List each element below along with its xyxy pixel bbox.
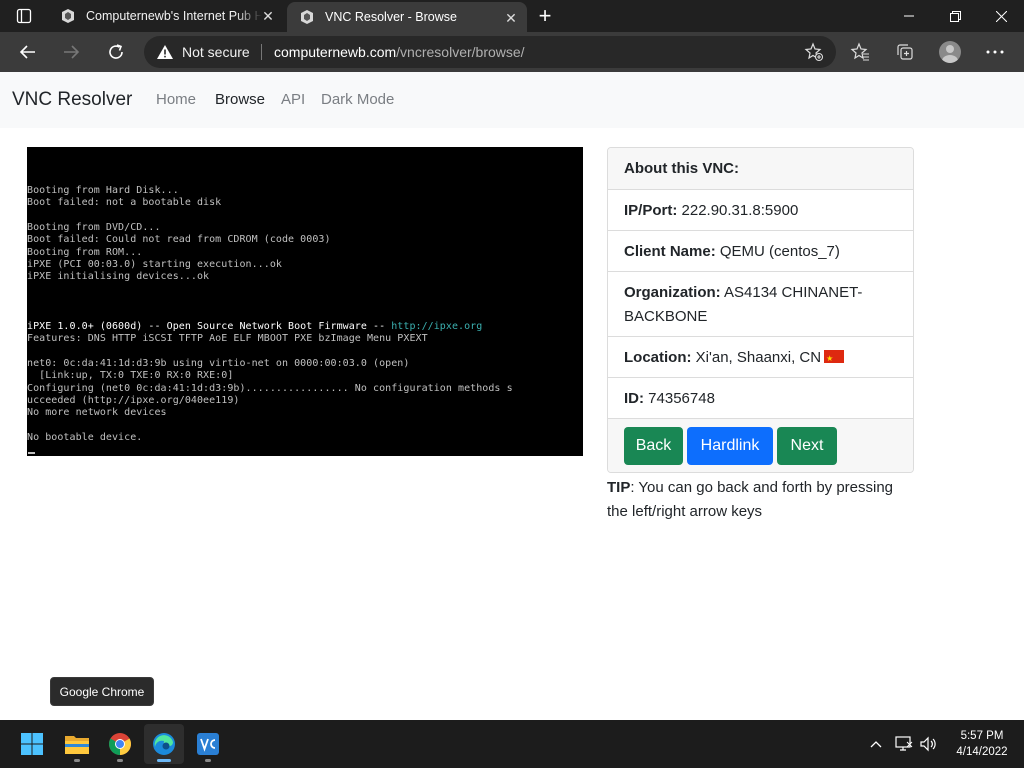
terminal-line: Boot failed: Could not read from CDROM (… bbox=[27, 234, 331, 246]
client-name-row: Client Name: QEMU (centos_7) bbox=[608, 230, 913, 271]
forward-arrow-icon[interactable] bbox=[55, 36, 87, 68]
terminal-line: Boot failed: not a bootable disk bbox=[27, 197, 222, 209]
close-window-icon[interactable] bbox=[978, 0, 1024, 32]
computernewb-icon bbox=[60, 8, 76, 24]
collections-icon[interactable] bbox=[889, 36, 921, 68]
terminal-line: No more network devices bbox=[27, 407, 167, 419]
running-indicator bbox=[157, 759, 171, 762]
running-indicator bbox=[205, 759, 211, 762]
terminal-line: iPXE 1.0.0+ (0600d) -- Open Source Netwo… bbox=[27, 320, 483, 332]
card-footer: Back Hardlink Next bbox=[608, 418, 913, 472]
location-row: Location: Xi'an, Shaanxi, CN bbox=[608, 336, 913, 377]
new-tab-icon[interactable]: + bbox=[533, 3, 557, 28]
terminal-line: iPXE (PCI 00:03.0) starting execution...… bbox=[27, 259, 282, 271]
browser-toolbar: Not secure computernewb.com/vncresolver/… bbox=[0, 32, 1024, 72]
client-name-value: QEMU (centos_7) bbox=[719, 243, 840, 260]
tab-vnc-resolver[interactable]: VNC Resolver - Browse ✕ bbox=[287, 2, 527, 32]
client-name-label: Client Name: bbox=[624, 243, 716, 260]
warning-icon[interactable] bbox=[156, 44, 174, 60]
edge-icon[interactable] bbox=[144, 724, 184, 764]
address-bar[interactable]: Not secure computernewb.com/vncresolver/… bbox=[144, 36, 836, 68]
ip-port-value: 222.90.31.8:5900 bbox=[681, 202, 799, 219]
nav-browse-link[interactable]: Browse bbox=[215, 91, 265, 108]
minimize-icon[interactable] bbox=[886, 0, 932, 32]
back-button[interactable]: Back bbox=[624, 427, 683, 465]
terminal-line: iPXE initialising devices...ok bbox=[27, 271, 210, 283]
running-indicator bbox=[74, 759, 80, 762]
close-tab-icon[interactable]: ✕ bbox=[503, 10, 519, 26]
taskbar: 5:57 PM 4/14/2022 bbox=[0, 720, 1024, 768]
ipxe-link: http://ipxe.org bbox=[391, 320, 483, 332]
restore-icon[interactable] bbox=[932, 0, 978, 32]
clock-date: 4/14/2022 bbox=[956, 746, 1008, 758]
nav-api-link[interactable]: API bbox=[281, 91, 305, 108]
terminal-line: ucceeded (http://ipxe.org/040ee119) bbox=[27, 394, 240, 406]
terminal-line: Booting from ROM... bbox=[27, 246, 143, 258]
organization-row: Organization: AS4134 CHINANET-BACKBONE bbox=[608, 271, 913, 336]
url-path: /vncresolver/browse/ bbox=[396, 44, 525, 60]
add-favorite-icon[interactable] bbox=[804, 42, 824, 62]
hardlink-button[interactable]: Hardlink bbox=[687, 427, 773, 465]
terminal-line: No bootable device. bbox=[27, 432, 143, 443]
ip-port-label: IP/Port: bbox=[624, 202, 678, 219]
terminal-line: [Link:up, TX:0 TXE:0 RX:0 RXE:0] bbox=[27, 370, 234, 382]
next-button[interactable]: Next bbox=[777, 427, 837, 465]
running-indicator bbox=[117, 759, 123, 762]
tab-pub-hub[interactable]: Computernewb's Internet Pub Hub ✕ bbox=[48, 0, 284, 32]
more-options-icon[interactable] bbox=[979, 36, 1011, 68]
terminal-line: Features: DNS HTTP iSCSI TFTP AoE ELF MB… bbox=[27, 333, 428, 345]
location-value: Xi'an, Shaanxi, CN bbox=[695, 349, 822, 366]
location-label: Location: bbox=[624, 349, 692, 366]
chrome-icon[interactable] bbox=[100, 724, 140, 764]
terminal-line: Booting from DVD/CD... bbox=[27, 222, 161, 234]
id-row: ID: 74356748 bbox=[608, 377, 913, 418]
favorites-icon[interactable] bbox=[844, 36, 876, 68]
organization-label: Organization: bbox=[624, 284, 721, 301]
avatar bbox=[939, 41, 961, 63]
clock-time: 5:57 PM bbox=[960, 730, 1004, 742]
tab-title: Computernewb's Internet Pub Hub bbox=[86, 9, 262, 23]
tip-body: : You can go back and forth by pressing … bbox=[607, 479, 894, 520]
close-tab-icon[interactable]: ✕ bbox=[260, 8, 276, 24]
nav-dark-mode-link[interactable]: Dark Mode bbox=[321, 91, 394, 108]
file-explorer-icon[interactable] bbox=[57, 724, 97, 764]
vnc-info-card: About this VNC: IP/Port: 222.90.31.8:590… bbox=[607, 147, 914, 473]
vnc-viewer-icon[interactable] bbox=[188, 724, 228, 764]
id-label: ID: bbox=[624, 390, 644, 407]
computernewb-icon bbox=[299, 9, 315, 25]
url-host: computernewb.com bbox=[274, 44, 397, 60]
tab-title: VNC Resolver - Browse bbox=[325, 10, 457, 24]
terminal-cursor bbox=[28, 452, 35, 454]
id-value: 74356748 bbox=[648, 390, 715, 407]
system-clock[interactable]: 5:57 PM 4/14/2022 bbox=[944, 728, 1020, 760]
tip-text: TIP: You can go back and forth by pressi… bbox=[607, 476, 917, 524]
address-divider bbox=[261, 44, 262, 60]
site-navbar: VNC Resolver Home Browse API Dark Mode bbox=[0, 72, 1024, 128]
profile-icon[interactable] bbox=[934, 36, 966, 68]
nav-home-link[interactable]: Home bbox=[156, 91, 196, 108]
tab-actions-icon[interactable] bbox=[8, 4, 40, 28]
start-icon[interactable] bbox=[12, 724, 52, 764]
security-label[interactable]: Not secure bbox=[182, 44, 250, 60]
site-brand[interactable]: VNC Resolver bbox=[12, 89, 132, 111]
terminal-line: Configuring (net0 0c:da:41:1d:d3:9b)....… bbox=[27, 382, 513, 394]
volume-icon[interactable] bbox=[918, 734, 938, 754]
terminal-line: Booting from Hard Disk... bbox=[27, 185, 179, 196]
card-header: About this VNC: bbox=[608, 148, 913, 189]
ip-port-row: IP/Port: 222.90.31.8:5900 bbox=[608, 189, 913, 230]
refresh-icon[interactable] bbox=[100, 36, 132, 68]
chevron-up-icon[interactable] bbox=[866, 734, 886, 754]
taskbar-tooltip: Google Chrome bbox=[50, 677, 154, 706]
terminal-line: net0: 0c:da:41:1d:d3:9b using virtio-net… bbox=[27, 357, 410, 369]
browser-titlebar: Computernewb's Internet Pub Hub ✕ VNC Re… bbox=[0, 0, 1024, 32]
back-arrow-icon[interactable] bbox=[12, 36, 44, 68]
network-icon[interactable] bbox=[894, 734, 914, 754]
url-text[interactable]: computernewb.com/vncresolver/browse/ bbox=[274, 44, 525, 60]
china-flag-icon bbox=[824, 347, 845, 371]
vnc-screenshot: Booting from Hard Disk... Boot failed: no… bbox=[27, 147, 583, 456]
tip-label: TIP bbox=[607, 479, 631, 496]
